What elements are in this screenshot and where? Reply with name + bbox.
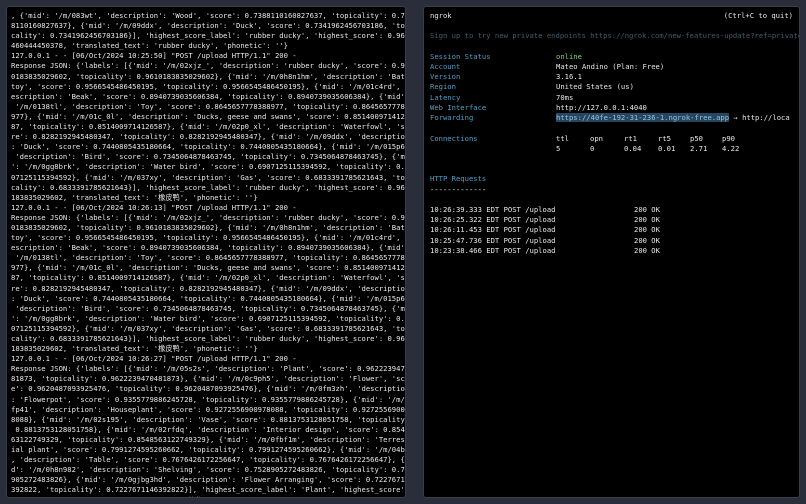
log-line: 07125115394592}, {'mid': '/m/037xy', 'de… <box>11 323 406 333</box>
http-requests-divider: ------------- <box>430 184 487 194</box>
web-interface-link[interactable]: http://127.0.0.1:4040 <box>556 103 647 112</box>
log-line: 183835029602, 'translated_text': '橡皮鸭', … <box>11 192 258 202</box>
ngrok-terminal[interactable]: ngrok (Ctrl+C to quit) Sign up to try ne… <box>423 6 800 498</box>
log-line: fp41', 'description': 'Houseplant', 'sco… <box>11 404 406 414</box>
signup-promo[interactable]: Sign up to try new private endpoints htt… <box>430 31 799 41</box>
conn-header-p50: p50 <box>690 133 703 143</box>
log-line: 127.0.0.1 - - [06/Oct/2024 10:26:13] "PO… <box>11 202 297 212</box>
request-time: 10:26:39.333 EDT POST /upload <box>430 204 556 214</box>
log-line: ial plant', 'score': 0.7991274595260662,… <box>11 445 406 455</box>
log-line: 81873, 'topicality': 0.9622239470481873}… <box>11 374 406 384</box>
conn-value-opn: 0 <box>590 143 595 153</box>
log-line: '/m/0138tl', 'description': 'Toy', 'scor… <box>11 253 406 263</box>
http-request-list: 10:26:39.333 EDT POST /upload 200 OK 10:26… <box>430 205 793 256</box>
conn-value-rt5: 0.01 <box>658 143 676 153</box>
log-line: re': 0.8282192945480347, 'topicality': 0… <box>11 132 406 142</box>
conn-header-p90: p90 <box>722 133 735 143</box>
request-status: 200 OK <box>634 225 660 235</box>
log-line: 8088}, {'mid': '/m/02s195', 'description… <box>11 414 406 424</box>
conn-header-rt5: rt5 <box>658 133 671 143</box>
log-line: Response JSON: {'labels': [{'mid': '/m/0… <box>11 212 406 222</box>
http-requests-title: HTTP Requests <box>430 174 487 184</box>
log-line: d': '/m/0h8n982', 'description': 'Shelvi… <box>11 465 406 475</box>
http-request-row: 10:26:39.333 EDT POST /upload 200 OK <box>430 205 793 215</box>
log-line: 'description': 'Bird', 'score': 0.734506… <box>11 152 406 162</box>
log-line: 0183835029602, 'topicality': 0.961018383… <box>11 71 406 81</box>
server-log-output: , {'mid': '/m/083wt', 'description': 'Wo… <box>7 7 406 498</box>
request-status: 200 OK <box>634 235 660 245</box>
log-line: cality': 0.6833391785621643}], 'highest_… <box>11 334 406 343</box>
request-time: 10:26:11.453 EDT POST /upload <box>430 225 556 235</box>
ngrok-header: ngrok (Ctrl+C to quit) <box>430 11 793 21</box>
log-line: Response JSON: {'labels': [{'mid': '/m/0… <box>11 61 406 71</box>
log-line: 0.9622239470481873, 'translated_text': '… <box>11 496 401 498</box>
log-line: Response JSON: {'labels': [{'mid': '/m/0… <box>11 364 406 374</box>
request-status: 200 OK <box>634 246 660 256</box>
log-line: 0183835029602, 'topicality': 0.961018383… <box>11 222 406 232</box>
conn-value-p90: 4.22 <box>722 143 740 153</box>
log-line: 183835029602, 'translated_text': '橡皮鸭', … <box>11 344 258 354</box>
log-line: 8110160827637}, {'mid': '/m/09ddx', 'des… <box>11 21 406 31</box>
request-time: 10:26:25.322 EDT POST /upload <box>430 215 556 225</box>
log-line: escription': 'Beak', 'score': 0.89407390… <box>11 243 406 253</box>
forwarding-row: Forwarding https://40fe-192-31-236-1.ngro… <box>430 113 790 123</box>
account-row: Account Mateo Andino (Plan: Free) <box>430 61 665 71</box>
flask-server-terminal[interactable]: , {'mid': '/m/083wt', 'description': 'Wo… <box>6 6 406 498</box>
log-line: : 'Duck', 'score': 0.7440805435180664, '… <box>11 142 406 152</box>
log-line: toy', 'score': 0.9566545486450195, 'topi… <box>11 233 406 243</box>
log-line: 127.0.0.1 - - [06/Oct/2024 10:26:27] "PO… <box>11 354 297 364</box>
quit-hint: (Ctrl+C to quit) <box>723 11 793 20</box>
conn-header-opn: opn <box>590 133 603 143</box>
log-line: : 'Duck', 'score': 0.7440805435180664, '… <box>11 293 406 303</box>
log-line: ': '/m/0gg8brk', 'description': 'Water b… <box>11 313 406 323</box>
log-line: 07125115394592}, {'mid': '/m/037xy', 'de… <box>11 172 406 182</box>
conn-header-rt1: rt1 <box>624 133 637 143</box>
log-line: 0.8813753128051758}, {'mid': '/m/02rfdq'… <box>11 424 406 434</box>
latency-row: Latency 70ms <box>430 92 574 102</box>
log-line: cality': 0.6833391785621643}], 'highest_… <box>11 182 406 192</box>
request-status: 200 OK <box>634 204 660 214</box>
http-request-row: 10:23:38.466 EDT POST /upload 200 OK <box>430 246 793 256</box>
log-line: 87, 'topicality': 0.8514009714126587}, {… <box>11 273 406 283</box>
conn-value-rt1: 0.04 <box>624 143 642 153</box>
connections-values-row: 5 0 0.04 0.01 2.71 4.22 <box>430 144 793 154</box>
http-request-row: 10:26:25.322 EDT POST /upload 200 OK <box>430 215 793 225</box>
log-line: 87, 'topicality': 0.8514009714126587}, {… <box>11 122 406 132</box>
log-line: ': '/m/0gg8brk', 'description': 'Water b… <box>11 162 406 172</box>
conn-value-p50: 2.71 <box>690 143 708 153</box>
request-status: 200 OK <box>634 215 660 225</box>
conn-header-ttl: ttl <box>556 133 569 143</box>
web-interface-row: Web Interface http://127.0.0.1:4040 <box>430 103 647 113</box>
conn-value-ttl: 5 <box>556 143 561 153</box>
log-line: 977}, {'mid': '/m/01c_0l', 'description'… <box>11 263 406 273</box>
log-line: , 'description': 'Table', 'score': 0.767… <box>11 455 406 465</box>
log-line: escription': 'Beak', 'score': 0.89407390… <box>11 91 406 101</box>
ngrok-title: ngrok <box>430 11 452 20</box>
log-line: , {'mid': '/m/083wt', 'description': 'Wo… <box>11 11 406 20</box>
log-line: 127.0.0.1 - - [06/Oct/2024 10:25:50] "PO… <box>11 51 297 61</box>
region-row: Region United States (us) <box>430 82 634 92</box>
session-status-row: Session Status online <box>430 51 582 61</box>
request-time: 10:23:38.466 EDT POST /upload <box>430 246 556 256</box>
log-line: e': 0.9620487093925476, 'topicality': 0.… <box>11 384 406 394</box>
log-line: toy', 'score': 0.9566545486450195, 'topi… <box>11 81 406 91</box>
log-line: '/m/0138tl', 'description': 'Toy', 'scor… <box>11 101 406 111</box>
log-line: 977}, {'mid': '/m/01c_0l', 'description'… <box>11 111 406 121</box>
log-line: 63122749329, 'topicality': 0.85485631227… <box>11 434 406 444</box>
log-line: cality': 0.7341962456703186}], 'highest_… <box>11 31 406 41</box>
http-request-row: 10:26:11.453 EDT POST /upload 200 OK <box>430 225 793 235</box>
log-line: 392822, 'topicality': 0.7227671146392822… <box>11 485 406 495</box>
log-line: re': 0.8282192945480347, 'topicality': 0… <box>11 283 406 293</box>
log-line: 460444450378, 'translated_text': 'rubber… <box>11 41 288 51</box>
log-line: 905272483826}, {'mid': '/m/0gjbg3hd', 'd… <box>11 475 406 485</box>
session-status-value: online <box>556 51 582 61</box>
connections-header-row: Connections ttl opn rt1 rt5 p50 p90 <box>430 134 793 144</box>
log-line: : 'Flowerpot', 'score': 0.93557798862457… <box>11 394 406 404</box>
http-request-row: 10:25:47.736 EDT POST /upload 200 OK <box>430 236 793 246</box>
forwarding-url[interactable]: https://40fe-192-31-236-1.ngrok-free.app <box>556 113 730 123</box>
request-time: 10:25:47.736 EDT POST /upload <box>430 235 556 245</box>
version-row: Version 3.16.1 <box>430 72 582 82</box>
log-line: 'description': 'Bird', 'score': 0.734506… <box>11 303 406 313</box>
